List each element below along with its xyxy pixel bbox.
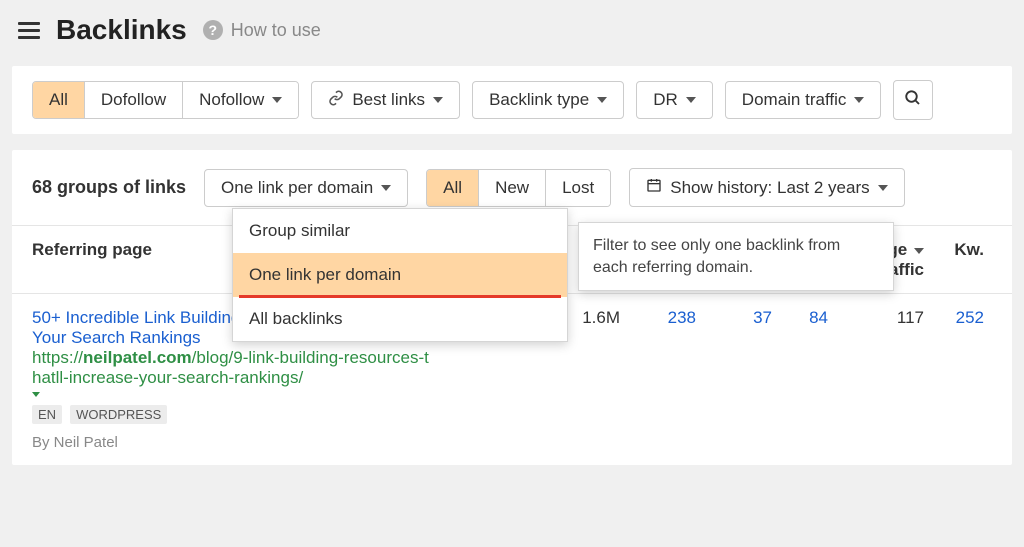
group-mode-tooltip: Filter to see only one backlink from eac… xyxy=(578,222,894,291)
filter-dofollow[interactable]: Dofollow xyxy=(85,82,183,118)
backlink-type-filter[interactable]: Backlink type xyxy=(472,81,624,119)
best-links-filter[interactable]: Best links xyxy=(311,81,460,119)
group-mode-dropdown[interactable]: One link per domain xyxy=(204,169,408,207)
domain-traffic-filter[interactable]: Domain traffic xyxy=(725,81,882,119)
group-option-similar[interactable]: Group similar xyxy=(233,209,567,253)
follow-filter-segment: All Dofollow Nofollow xyxy=(32,81,299,119)
group-option-all[interactable]: All backlinks xyxy=(233,297,567,341)
result-author: By Neil Patel xyxy=(32,434,432,451)
filter-all[interactable]: All xyxy=(33,82,85,118)
status-new[interactable]: New xyxy=(479,170,546,206)
keywords-value[interactable]: 252 xyxy=(924,308,984,451)
group-mode-menu: Group similar One link per domain All ba… xyxy=(232,208,568,342)
chevron-down-icon xyxy=(597,97,607,103)
group-option-one-per-domain[interactable]: One link per domain xyxy=(233,253,567,297)
status-lost[interactable]: Lost xyxy=(546,170,610,206)
metric-4[interactable]: 238 xyxy=(620,308,696,451)
history-dropdown[interactable]: Show history: Last 2 years xyxy=(629,168,904,207)
result-url-link[interactable]: https://neilpatel.com/blog/9-link-buildi… xyxy=(32,348,432,397)
metric-5[interactable]: 37 xyxy=(696,308,772,451)
status-all[interactable]: All xyxy=(427,170,479,206)
how-to-use-link[interactable]: ? How to use xyxy=(203,20,321,41)
calendar-icon xyxy=(646,177,662,198)
how-to-use-label: How to use xyxy=(231,20,321,41)
chevron-down-icon xyxy=(686,97,696,103)
chevron-down-icon xyxy=(272,97,282,103)
filter-nofollow[interactable]: Nofollow xyxy=(183,82,298,118)
search-button[interactable] xyxy=(893,80,933,120)
link-status-segment: All New Lost xyxy=(426,169,611,207)
chevron-down-icon[interactable] xyxy=(32,392,40,397)
search-icon xyxy=(904,89,922,112)
cms-tag: WORDPRESS xyxy=(70,405,167,424)
chevron-down-icon xyxy=(381,185,391,191)
help-icon: ? xyxy=(203,20,223,40)
menu-icon[interactable] xyxy=(18,22,40,39)
chevron-down-icon xyxy=(914,248,924,254)
chevron-down-icon xyxy=(878,185,888,191)
page-traffic-value: 117 xyxy=(828,308,924,451)
language-tag: EN xyxy=(32,405,62,424)
groups-count: 68 groups of links xyxy=(32,177,186,198)
link-icon xyxy=(328,90,344,110)
chevron-down-icon xyxy=(433,97,443,103)
page-title: Backlinks xyxy=(56,14,187,46)
chevron-down-icon xyxy=(854,97,864,103)
dr-filter[interactable]: DR xyxy=(636,81,713,119)
col-keywords[interactable]: Kw. xyxy=(924,240,984,279)
metric-6[interactable]: 84 xyxy=(772,308,828,451)
